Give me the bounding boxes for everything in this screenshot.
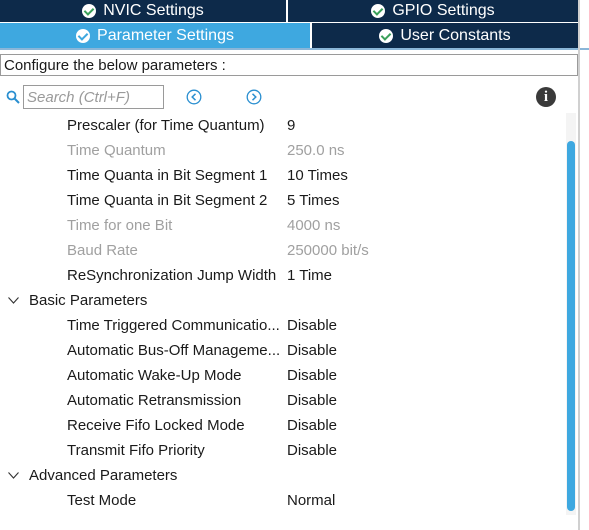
group-header-basic-parameters[interactable]: Basic Parameters xyxy=(0,288,566,313)
param-value[interactable]: 5 Times xyxy=(287,188,340,213)
check-circle-icon xyxy=(76,28,91,43)
param-value[interactable]: Disable xyxy=(287,438,337,463)
param-row[interactable]: Test Mode Normal xyxy=(0,488,566,513)
param-name: Prescaler (for Time Quantum) xyxy=(67,117,265,134)
tab-parameter-settings[interactable]: Parameter Settings xyxy=(0,23,310,48)
param-value[interactable]: Disable xyxy=(287,388,337,413)
param-name: Time Quanta in Bit Segment 1 xyxy=(67,167,268,184)
group-title: Advanced Parameters xyxy=(29,467,178,484)
tab-label: Parameter Settings xyxy=(97,26,234,44)
param-row: Time for one Bit 4000 ns xyxy=(0,213,566,238)
tab-gpio-settings[interactable]: GPIO Settings xyxy=(288,0,578,22)
tab-underline xyxy=(0,48,589,50)
param-value[interactable]: Disable xyxy=(287,313,337,338)
param-name: Receive Fifo Locked Mode xyxy=(67,417,245,434)
param-row[interactable]: Time Quanta in Bit Segment 2 5 Times xyxy=(0,188,566,213)
param-name: Transmit Fifo Priority xyxy=(67,442,205,459)
param-row[interactable]: Transmit Fifo Priority Disable xyxy=(0,438,566,463)
param-row[interactable]: Automatic Wake-Up Mode Disable xyxy=(0,363,566,388)
param-row[interactable]: Automatic Bus-Off Manageme... Disable xyxy=(0,338,566,363)
param-value[interactable]: 1 Time xyxy=(287,263,332,288)
chevron-down-icon[interactable] xyxy=(8,297,19,304)
param-row[interactable]: Time Triggered Communicatio... Disable xyxy=(0,313,566,338)
param-row[interactable]: Prescaler (for Time Quantum) 9 xyxy=(0,113,566,138)
config-description: Configure the below parameters : xyxy=(0,54,578,76)
param-row: Baud Rate 250000 bit/s xyxy=(0,238,566,263)
vertical-scrollbar[interactable] xyxy=(566,113,576,515)
tab-user-constants[interactable]: User Constants xyxy=(310,23,578,48)
info-icon[interactable]: i xyxy=(536,87,556,107)
check-circle-icon xyxy=(371,4,386,18)
param-name: Test Mode xyxy=(67,492,137,509)
param-row[interactable]: Receive Fifo Locked Mode Disable xyxy=(0,413,566,438)
param-name: Automatic Retransmission xyxy=(67,392,242,409)
tab-nvic-settings[interactable]: NVIC Settings xyxy=(0,0,288,22)
param-value: 4000 ns xyxy=(287,217,341,234)
tab-bar-top: NVIC Settings GPIO Settings xyxy=(0,0,578,22)
param-row[interactable]: Time Quanta in Bit Segment 1 10 Times xyxy=(0,163,566,188)
chevron-down-icon[interactable] xyxy=(8,472,19,479)
param-name: Automatic Bus-Off Manageme... xyxy=(67,342,281,359)
scrollbar-thumb[interactable] xyxy=(567,141,575,511)
param-name: Time Quantum xyxy=(67,142,166,159)
tab-label: GPIO Settings xyxy=(392,2,495,19)
search-input[interactable] xyxy=(23,85,164,109)
param-value[interactable]: Disable xyxy=(287,363,337,388)
chevron-left-circle-icon[interactable] xyxy=(186,89,202,105)
param-name: Time for one Bit xyxy=(67,217,173,234)
param-row: Time Quantum 250.0 ns xyxy=(0,138,566,163)
tab-bar-bottom: Parameter Settings User Constants xyxy=(0,23,578,48)
search-toolbar: i xyxy=(0,84,578,110)
param-value[interactable]: Normal xyxy=(287,488,335,513)
param-name: Time Triggered Communicatio... xyxy=(67,317,280,334)
param-name: Time Quanta in Bit Segment 2 xyxy=(67,192,268,209)
param-value[interactable]: Disable xyxy=(287,338,337,363)
param-value[interactable]: Disable xyxy=(287,413,337,438)
param-value: 250000 bit/s xyxy=(287,242,369,259)
param-name: ReSynchronization Jump Width xyxy=(67,267,277,284)
param-row[interactable]: ReSynchronization Jump Width 1 Time xyxy=(0,263,566,288)
panel-border xyxy=(578,0,580,530)
param-name: Automatic Wake-Up Mode xyxy=(67,367,242,384)
group-header-advanced-parameters[interactable]: Advanced Parameters xyxy=(0,463,566,488)
check-circle-icon xyxy=(82,4,97,18)
param-value[interactable]: 10 Times xyxy=(287,163,348,188)
chevron-right-circle-icon[interactable] xyxy=(246,89,262,105)
param-value: 250.0 ns xyxy=(287,142,345,159)
search-icon[interactable] xyxy=(6,90,20,104)
param-row[interactable]: Automatic Retransmission Disable xyxy=(0,388,566,413)
group-title: Basic Parameters xyxy=(29,292,148,309)
check-circle-icon xyxy=(379,28,394,43)
tab-label: NVIC Settings xyxy=(103,2,204,19)
param-value[interactable]: 9 xyxy=(287,113,295,138)
param-name: Baud Rate xyxy=(67,242,138,259)
tab-label: User Constants xyxy=(400,26,511,44)
parameter-tree: Prescaler (for Time Quantum) 9 Time Quan… xyxy=(0,113,566,513)
